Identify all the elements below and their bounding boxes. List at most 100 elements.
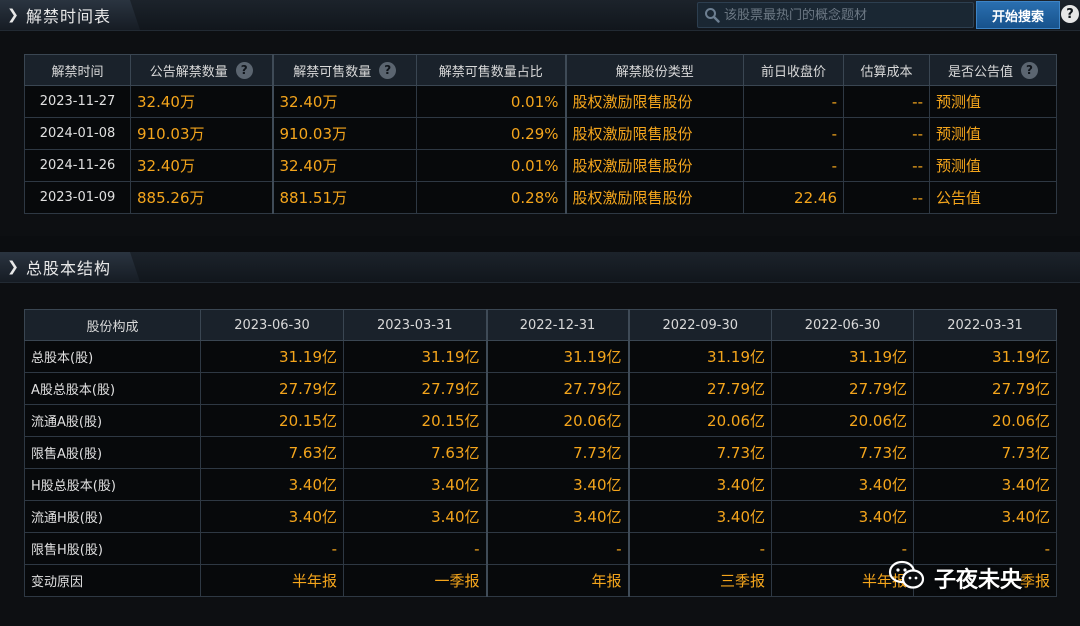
value-cell: 3.40亿 xyxy=(913,500,1057,533)
prev-close-cell: 22.46 xyxy=(743,181,844,214)
sellable-ratio-cell: 0.28% xyxy=(416,181,566,214)
value-cell: 27.79亿 xyxy=(343,372,487,405)
value-cell: 7.73亿 xyxy=(485,436,629,469)
search-input[interactable] xyxy=(724,7,973,23)
row-label: A股总股本(股) xyxy=(24,372,201,405)
table-header-row: 股份构成 2023-06-30 2023-03-31 2022-12-31 20… xyxy=(24,309,1057,341)
value-cell: 31.19亿 xyxy=(200,340,344,373)
row-label: 总股本(股) xyxy=(24,340,201,373)
value-cell: 3.40亿 xyxy=(627,500,772,533)
value-cell: 3.40亿 xyxy=(343,500,487,533)
value-cell: 年报 xyxy=(485,564,629,597)
section-title-tab[interactable]: ❯ 总股本结构 xyxy=(0,252,140,282)
col-header-unlock-date[interactable]: 解禁时间 xyxy=(24,54,131,86)
table-row[interactable]: 2024-11-26 32.40万 32.40万 0.01% 股权激励限售股份 … xyxy=(24,149,1057,182)
section-title-tab[interactable]: ❯ 解禁时间表 xyxy=(0,0,140,30)
col-header-prev-close[interactable]: 前日收盘价 xyxy=(743,54,844,86)
value-cell: - xyxy=(343,532,487,565)
help-icon[interactable]: ? xyxy=(1021,61,1038,79)
prev-close-cell: - xyxy=(743,117,844,150)
table-row[interactable]: 2023-11-27 32.40万 32.40万 0.01% 股权激励限售股份 … xyxy=(24,85,1057,118)
col-header-period[interactable]: 2022-03-31 xyxy=(913,309,1057,341)
table-row[interactable]: H股总股本(股) 3.40亿 3.40亿 3.40亿 3.40亿 3.40亿 3.40亿 xyxy=(24,468,1057,501)
col-header-period[interactable]: 2023-03-31 xyxy=(343,309,487,341)
unlock-schedule-table: 解禁时间 公告解禁数量? 解禁可售数量? 解禁可售数量占比 解禁股份类型 前日收… xyxy=(24,54,1057,214)
section-title: 总股本结构 xyxy=(26,259,112,278)
value-cell: 7.73亿 xyxy=(771,436,914,469)
value-cell: 31.19亿 xyxy=(485,340,629,373)
col-header-period[interactable]: 2022-09-30 xyxy=(627,309,772,341)
value-cell: 31.19亿 xyxy=(627,340,772,373)
share-structure-table: 股份构成 2023-06-30 2023-03-31 2022-12-31 20… xyxy=(24,309,1057,597)
row-label: 限售A股(股) xyxy=(24,436,201,469)
prev-close-cell: - xyxy=(743,149,844,182)
search-box[interactable] xyxy=(697,2,974,28)
row-label: 流通A股(股) xyxy=(24,404,201,437)
table-row[interactable]: 流通H股(股) 3.40亿 3.40亿 3.40亿 3.40亿 3.40亿 3.40亿 xyxy=(24,500,1057,533)
value-cell: 27.79亿 xyxy=(913,372,1057,405)
value-cell: 3.40亿 xyxy=(200,468,344,501)
announced-flag-cell: 预测值 xyxy=(929,149,1057,182)
help-icon[interactable]: ? xyxy=(1061,5,1079,23)
value-cell: 7.73亿 xyxy=(627,436,772,469)
table-row[interactable]: 2024-01-08 910.03万 910.03万 0.29% 股权激励限售股… xyxy=(24,117,1057,150)
col-header-period[interactable]: 2022-12-31 xyxy=(485,309,629,341)
sellable-ratio-cell: 0.01% xyxy=(416,149,566,182)
value-cell: 31.19亿 xyxy=(913,340,1057,373)
announced-qty-cell: 32.40万 xyxy=(130,149,273,182)
value-cell: 7.63亿 xyxy=(200,436,344,469)
value-cell: 3.40亿 xyxy=(485,468,629,501)
share-type-cell: 股权激励限售股份 xyxy=(564,181,744,214)
col-header-announced-flag[interactable]: 是否公告值? xyxy=(929,54,1057,86)
value-cell: 27.79亿 xyxy=(200,372,344,405)
est-cost-cell: -- xyxy=(843,117,930,150)
wechat-icon xyxy=(888,559,926,597)
value-cell: - xyxy=(200,532,344,565)
value-cell: 3.40亿 xyxy=(200,500,344,533)
share-type-cell: 股权激励限售股份 xyxy=(564,117,744,150)
search-button[interactable]: 开始搜索 xyxy=(976,1,1060,29)
value-cell: 20.15亿 xyxy=(343,404,487,437)
col-header-component[interactable]: 股份构成 xyxy=(24,309,201,341)
value-cell: 27.79亿 xyxy=(485,372,629,405)
value-cell: 3.40亿 xyxy=(913,468,1057,501)
row-label: 流通H股(股) xyxy=(24,500,201,533)
value-cell: - xyxy=(485,532,629,565)
col-header-est-cost[interactable]: 估算成本 xyxy=(843,54,930,86)
value-cell: 3.40亿 xyxy=(627,468,772,501)
col-header-period[interactable]: 2023-06-30 xyxy=(200,309,344,341)
unlock-schedule-section: ❯ 解禁时间表 开始搜索 ? 解禁时间 公告解禁数量? 解禁可售数量? 解禁可售… xyxy=(0,0,1080,236)
announced-qty-cell: 910.03万 xyxy=(130,117,273,150)
col-header-share-type[interactable]: 解禁股份类型 xyxy=(564,54,744,86)
table-header-row: 解禁时间 公告解禁数量? 解禁可售数量? 解禁可售数量占比 解禁股份类型 前日收… xyxy=(24,54,1057,86)
value-cell: 20.06亿 xyxy=(485,404,629,437)
watermark: 子夜未央 xyxy=(888,560,1022,596)
value-cell: - xyxy=(627,532,772,565)
table-row[interactable]: 2023-01-09 885.26万 881.51万 0.28% 股权激励限售股… xyxy=(24,181,1057,214)
unlock-date-cell: 2023-11-27 xyxy=(24,85,131,118)
col-header-sellable-ratio[interactable]: 解禁可售数量占比 xyxy=(416,54,566,86)
section-header: ❯ 总股本结构 xyxy=(0,252,1080,283)
help-icon[interactable]: ? xyxy=(379,61,397,79)
share-type-cell: 股权激励限售股份 xyxy=(564,149,744,182)
table-row[interactable]: A股总股本(股) 27.79亿 27.79亿 27.79亿 27.79亿 27.79亿 27… xyxy=(24,372,1057,405)
table-row[interactable]: 总股本(股) 31.19亿 31.19亿 31.19亿 31.19亿 31.19亿 31.1… xyxy=(24,340,1057,373)
value-cell: 20.15亿 xyxy=(200,404,344,437)
value-cell: 20.06亿 xyxy=(771,404,914,437)
col-header-announced-qty[interactable]: 公告解禁数量? xyxy=(130,54,273,86)
sellable-qty-cell: 32.40万 xyxy=(271,85,417,118)
sellable-qty-cell: 881.51万 xyxy=(271,181,417,214)
col-header-sellable-qty[interactable]: 解禁可售数量? xyxy=(271,54,417,86)
section-title: 解禁时间表 xyxy=(26,7,112,26)
announced-flag-cell: 预测值 xyxy=(929,85,1057,118)
table-row[interactable]: 流通A股(股) 20.15亿 20.15亿 20.06亿 20.06亿 20.06亿 20.… xyxy=(24,404,1057,437)
col-header-period[interactable]: 2022-06-30 xyxy=(771,309,914,341)
value-cell: 3.40亿 xyxy=(771,500,914,533)
row-label: H股总股本(股) xyxy=(24,468,201,501)
sellable-ratio-cell: 0.01% xyxy=(416,85,566,118)
help-icon[interactable]: ? xyxy=(235,61,253,79)
table-row[interactable]: 限售A股(股) 7.63亿 7.63亿 7.73亿 7.73亿 7.73亿 7.73亿 xyxy=(24,436,1057,469)
announced-qty-cell: 885.26万 xyxy=(130,181,273,214)
value-cell: 27.79亿 xyxy=(627,372,772,405)
sellable-ratio-cell: 0.29% xyxy=(416,117,566,150)
